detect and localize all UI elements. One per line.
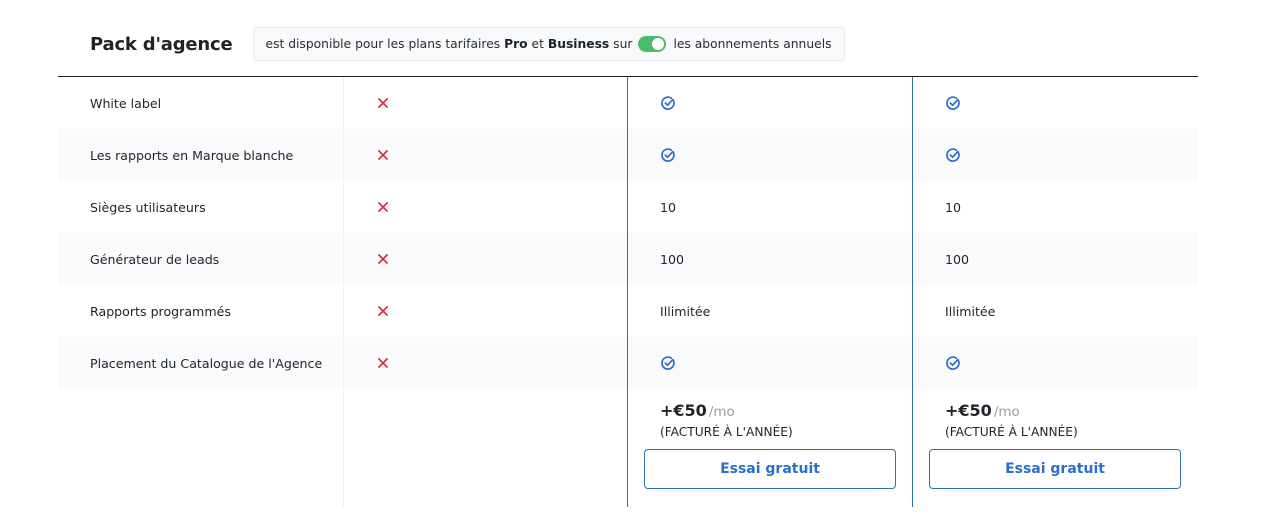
feature-label: Les rapports en Marque blanche [90, 147, 294, 163]
cross-icon [377, 305, 389, 317]
availability-badge: est disponible pour les plans tarifaires… [252, 27, 845, 61]
plan-2-cell [627, 77, 912, 129]
price-amount: +€50 [945, 401, 992, 420]
plan-2-pricing: +€50/mo (FACTURÉ À L'ANNÉE) Essai gratuit [627, 389, 912, 507]
table-row: Placement du Catalogue de l'Agence [58, 337, 1198, 389]
billing-note: (FACTURÉ À L'ANNÉE) [945, 425, 1078, 439]
price-period: /mo [993, 404, 1020, 420]
free-trial-button[interactable]: Essai gratuit [929, 449, 1181, 489]
cross-icon [377, 357, 389, 369]
check-icon [945, 147, 961, 163]
agency-pack-section: Pack d'agence est disponible pour les pl… [0, 0, 1262, 512]
badge-text-after: les abonnements annuels [673, 37, 832, 51]
plan-2-cell [627, 129, 912, 181]
feature-label-cell: White label [58, 77, 343, 129]
feature-label-cell: Rapports programmés [58, 285, 343, 337]
feature-label: Sièges utilisateurs [90, 199, 206, 215]
free-trial-button[interactable]: Essai gratuit [644, 449, 896, 489]
cross-icon [377, 97, 389, 109]
feature-value: Illimitée [660, 303, 711, 319]
feature-label: Générateur de leads [90, 251, 220, 267]
price-amount: +€50 [660, 401, 707, 420]
comparison-table: White label Les rapports en Marque blanch… [58, 77, 1198, 507]
plan-3-cell: 10 [912, 181, 1198, 233]
table-row: Générateur de leads 100 100 [58, 233, 1198, 285]
plan-2-cell: Illimitée [627, 285, 912, 337]
plan-1-cell [343, 285, 627, 337]
pricing-empty-cell [343, 389, 627, 507]
price: +€50/mo [929, 401, 1198, 422]
feature-label: White label [90, 95, 162, 111]
table-row: White label [58, 77, 1198, 129]
check-icon [945, 95, 961, 111]
check-icon [660, 147, 676, 163]
feature-label-cell: Les rapports en Marque blanche [58, 129, 343, 181]
cross-icon [377, 149, 389, 161]
feature-value: 100 [660, 251, 685, 267]
badge-connector: et [527, 37, 548, 51]
table-row: Les rapports en Marque blanche [58, 129, 1198, 181]
plan-2-cell: 100 [627, 233, 912, 285]
pricing-empty-cell [58, 389, 343, 507]
plan-1-cell [343, 233, 627, 285]
plan-1-cell [343, 337, 627, 389]
badge-plan-pro: Pro [504, 37, 528, 51]
plan-1-cell [343, 77, 627, 129]
feature-value: 100 [945, 251, 970, 267]
feature-label-cell: Placement du Catalogue de l'Agence [58, 337, 343, 389]
cross-icon [377, 253, 389, 265]
feature-label: Rapports programmés [90, 303, 231, 319]
feature-label-cell: Générateur de leads [58, 233, 343, 285]
plan-3-cell [912, 129, 1198, 181]
section-title: Pack d'agence [90, 33, 233, 55]
plan-3-cell [912, 337, 1198, 389]
feature-value: 10 [945, 199, 962, 215]
plan-1-cell [343, 181, 627, 233]
feature-label: Placement du Catalogue de l'Agence [90, 355, 323, 371]
check-icon [660, 95, 676, 111]
plan-1-cell [343, 129, 627, 181]
annual-billing-toggle[interactable] [638, 36, 667, 52]
plan-3-cell: 100 [912, 233, 1198, 285]
plan-3-cell [912, 77, 1198, 129]
price: +€50/mo [644, 401, 912, 422]
table-row: Sièges utilisateurs 10 10 [58, 181, 1198, 233]
pricing-row: +€50/mo (FACTURÉ À L'ANNÉE) Essai gratuit +… [58, 389, 1198, 507]
cross-icon [377, 201, 389, 213]
feature-label-cell: Sièges utilisateurs [58, 181, 343, 233]
badge-text-before: est disponible pour les plans tarifaires [265, 37, 505, 51]
plan-3-pricing: +€50/mo (FACTURÉ À L'ANNÉE) Essai gratuit [912, 389, 1198, 507]
plan-3-cell: Illimitée [912, 285, 1198, 337]
check-icon [945, 355, 961, 371]
billing-note: (FACTURÉ À L'ANNÉE) [660, 425, 793, 439]
feature-value: 10 [660, 199, 677, 215]
table-row: Rapports programmés Illimitée Illimitée [58, 285, 1198, 337]
price-period: /mo [708, 404, 735, 420]
plan-2-cell [627, 337, 912, 389]
check-icon [660, 355, 676, 371]
badge-plan-business: Business [547, 37, 610, 51]
feature-value: Illimitée [945, 303, 996, 319]
plan-2-cell: 10 [627, 181, 912, 233]
badge-text-mid: sur [609, 37, 633, 51]
section-header: Pack d'agence est disponible pour les pl… [90, 27, 845, 61]
